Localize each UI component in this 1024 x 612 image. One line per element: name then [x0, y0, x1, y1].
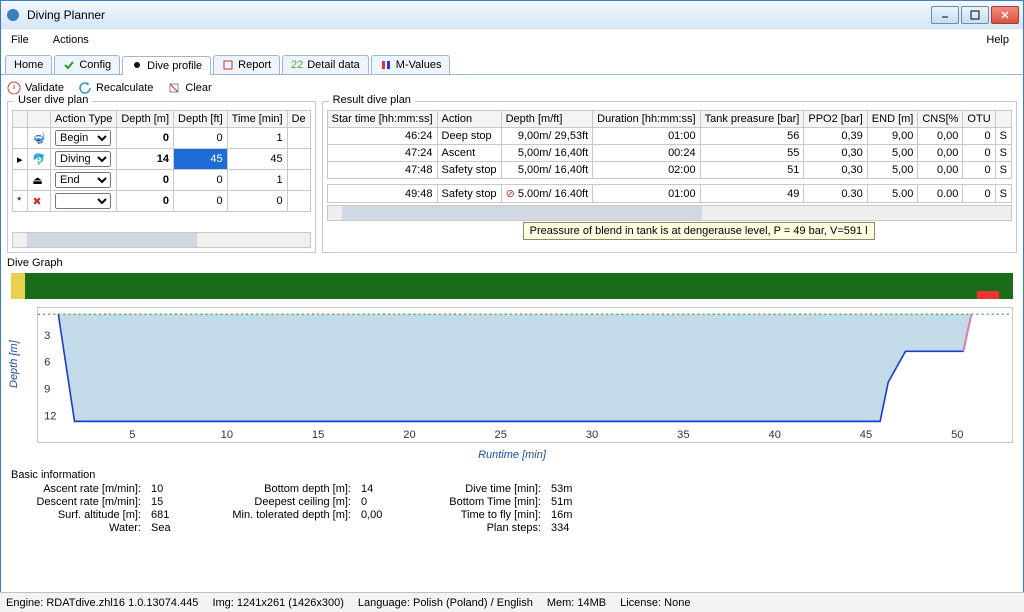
warning-icon: ⊘: [506, 188, 515, 200]
result-plan-title: Result dive plan: [329, 94, 415, 106]
svg-text:10: 10: [221, 429, 233, 441]
svg-text:3: 3: [44, 330, 50, 342]
svg-text:12: 12: [44, 410, 56, 422]
chart-ylabel: Depth [m]: [8, 362, 20, 388]
end-icon: ⏏: [28, 170, 51, 191]
svg-text:5: 5: [129, 429, 135, 441]
scuba-icon: [131, 60, 143, 72]
report-icon: [222, 59, 234, 71]
basic-info-panel: Basic information Ascent rate [m/min]:10…: [11, 469, 1013, 534]
action-type-select[interactable]: Begin: [55, 130, 111, 146]
svg-text:40: 40: [769, 429, 781, 441]
svg-text:6: 6: [44, 357, 50, 369]
status-license: License: None: [620, 597, 690, 609]
close-button[interactable]: [991, 6, 1019, 24]
table-row[interactable]: 49:48 Safety stop ⊘ 5.00m/ 16.40ft 01:00…: [327, 185, 1011, 203]
user-plan-title: User dive plan: [14, 94, 92, 106]
user-plan-table[interactable]: Action Type Depth [m] Depth [ft] Time [m…: [12, 110, 311, 212]
menu-help[interactable]: Help: [982, 32, 1013, 48]
horizontal-scrollbar[interactable]: [12, 232, 311, 248]
delete-icon: ✖: [28, 191, 51, 212]
svg-text:35: 35: [677, 429, 689, 441]
table-row[interactable]: ▸ 🐬 Diving 14 45 45: [13, 149, 311, 170]
warning-tooltip: Preassure of blend in tank is at dengera…: [523, 222, 875, 240]
window-title: Diving Planner: [27, 8, 931, 22]
tabstrip: Home Config Dive profile Report 22 Detai…: [1, 51, 1023, 75]
app-icon: [5, 7, 21, 23]
tab-dive-profile[interactable]: Dive profile: [122, 56, 211, 75]
mvalues-icon: [380, 59, 392, 71]
tank-icon: 🤿: [28, 128, 51, 149]
table-row[interactable]: 🤿 Begin 0 0 1: [13, 128, 311, 149]
window-titlebar: Diving Planner: [1, 1, 1023, 29]
svg-text:45: 45: [860, 429, 872, 441]
horizontal-scrollbar[interactable]: [327, 205, 1012, 221]
minimize-button[interactable]: [931, 6, 959, 24]
tab-mvalues[interactable]: M-Values: [371, 55, 451, 74]
check-icon: [63, 59, 75, 71]
table-row[interactable]: * ✖ 0 0 0: [13, 191, 311, 212]
statusbar: Engine: RDATdive.zhl16 1.0.13074.445 Img…: [0, 592, 1024, 612]
menu-file[interactable]: File: [7, 32, 33, 48]
maximize-button[interactable]: [961, 6, 989, 24]
detail-icon: 22: [291, 59, 303, 71]
validate-button[interactable]: Validate: [7, 81, 64, 95]
action-type-select[interactable]: Diving: [55, 151, 111, 167]
table-row[interactable]: 47:24Ascent 5,00m/ 16,40ft00:24 550,30 5…: [327, 145, 1011, 162]
status-engine: Engine: RDATdive.zhl16 1.0.13074.445: [6, 597, 198, 609]
svg-text:9: 9: [44, 383, 50, 395]
tab-detail-data[interactable]: 22 Detail data: [282, 55, 369, 74]
table-row[interactable]: 46:24Deep stop 9,00m/ 29,53ft01:00 560,3…: [327, 128, 1011, 145]
dive-graph-label: Dive Graph: [1, 253, 1023, 269]
menubar: File Actions Help: [1, 29, 1023, 51]
status-img: Img: 1241x261 (1426x300): [212, 597, 343, 609]
tab-report[interactable]: Report: [213, 55, 280, 74]
svg-text:30: 30: [586, 429, 598, 441]
depth-chart: 3 6 9 12 5 10 15 20 25 30 35 40 45 50: [37, 307, 1013, 443]
tank-pressure-bar: [11, 273, 1013, 299]
action-type-select[interactable]: [55, 193, 111, 209]
svg-text:25: 25: [495, 429, 507, 441]
menu-actions[interactable]: Actions: [49, 32, 93, 48]
tab-home[interactable]: Home: [5, 55, 52, 74]
tab-config[interactable]: Config: [54, 55, 120, 74]
svg-text:22: 22: [291, 59, 303, 71]
refresh-icon: [78, 81, 92, 95]
action-type-select[interactable]: End: [55, 172, 111, 188]
result-plan-table[interactable]: Star time [hh:mm:ss] Action Depth [m/ft]…: [327, 110, 1012, 203]
svg-text:50: 50: [951, 429, 963, 441]
status-mem: Mem: 14MB: [547, 597, 606, 609]
table-row[interactable]: 47:48Safety stop 5,00m/ 16,40ft02:00 510…: [327, 162, 1011, 179]
toolbar: Validate Recalculate Clear: [1, 75, 1023, 101]
validate-icon: [7, 81, 21, 95]
table-row[interactable]: ⏏ End 0 0 1: [13, 170, 311, 191]
svg-text:20: 20: [403, 429, 415, 441]
diver-icon: 🐬: [28, 149, 51, 170]
result-dive-plan-panel: Result dive plan Star time [hh:mm:ss] Ac…: [322, 101, 1017, 253]
clear-button[interactable]: Clear: [167, 81, 211, 95]
recalculate-button[interactable]: Recalculate: [78, 81, 153, 95]
clear-icon: [167, 81, 181, 95]
status-lang: Language: Polish (Poland) / English: [358, 597, 533, 609]
svg-text:15: 15: [312, 429, 324, 441]
chart-xlabel: Runtime [min]: [1, 449, 1023, 461]
user-dive-plan-panel: User dive plan Action Type Depth [m] Dep…: [7, 101, 316, 253]
